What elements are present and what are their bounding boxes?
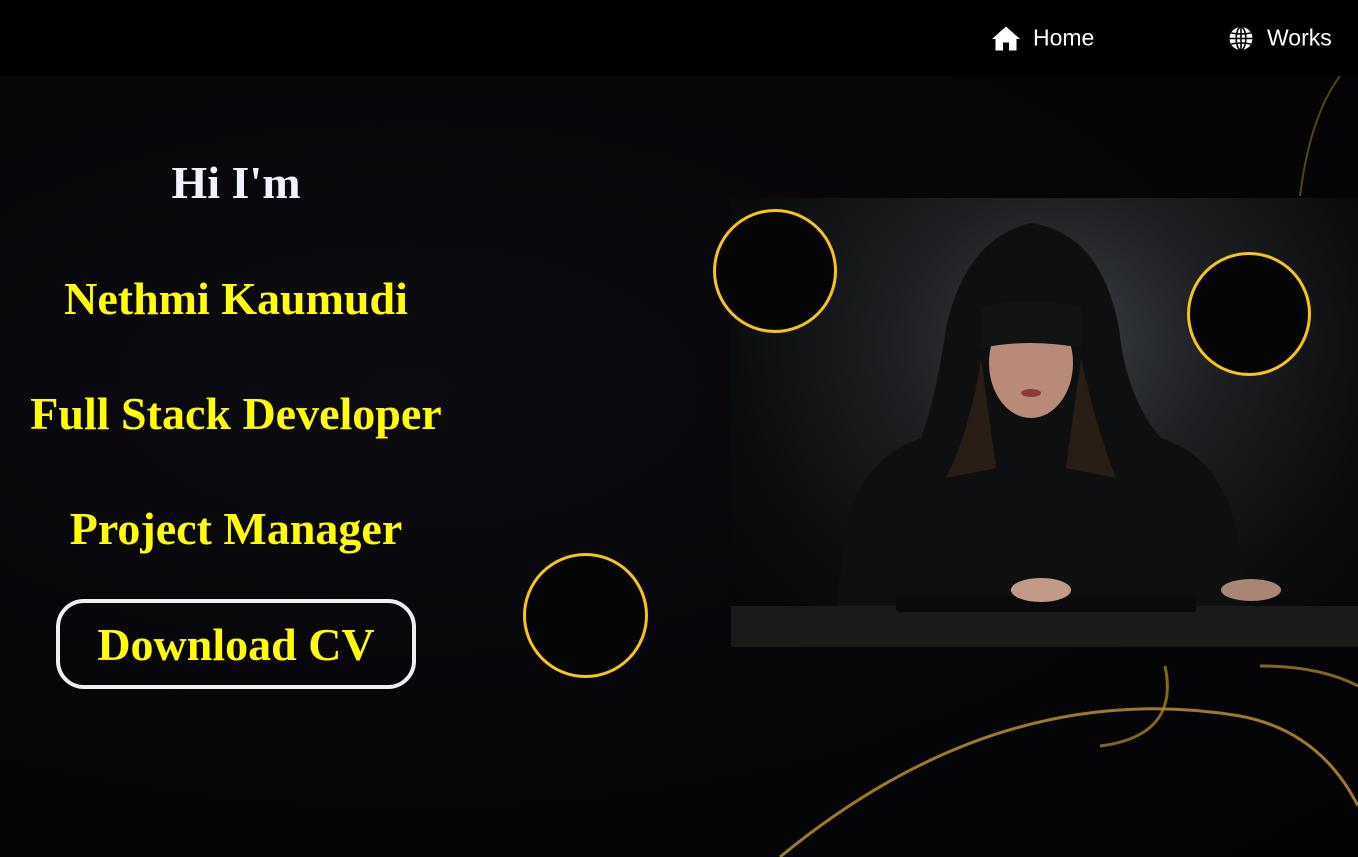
decorative-ring (713, 209, 837, 333)
greeting-text: Hi I'm (171, 157, 301, 208)
globe-icon (1228, 25, 1254, 51)
nav-works-label: Works (1267, 24, 1332, 51)
role-project-manager: Project Manager (69, 503, 403, 554)
developer-name: Nethmi Kaumudi (64, 273, 408, 324)
hero-section: Hi I'm Nethmi Kaumudi Full Stack Develop… (0, 76, 1358, 857)
role-full-stack: Full Stack Developer (30, 388, 442, 439)
decorative-ring (523, 553, 648, 678)
top-navbar: Home Works (0, 0, 1358, 76)
nav-home-link[interactable]: Home (991, 25, 1094, 52)
download-cv-button[interactable]: Download CV (56, 599, 416, 689)
decorative-ring (1187, 252, 1311, 376)
nav-home-label: Home (1033, 24, 1095, 51)
nav-works-link[interactable]: Works (1228, 25, 1332, 52)
home-icon (991, 25, 1021, 51)
